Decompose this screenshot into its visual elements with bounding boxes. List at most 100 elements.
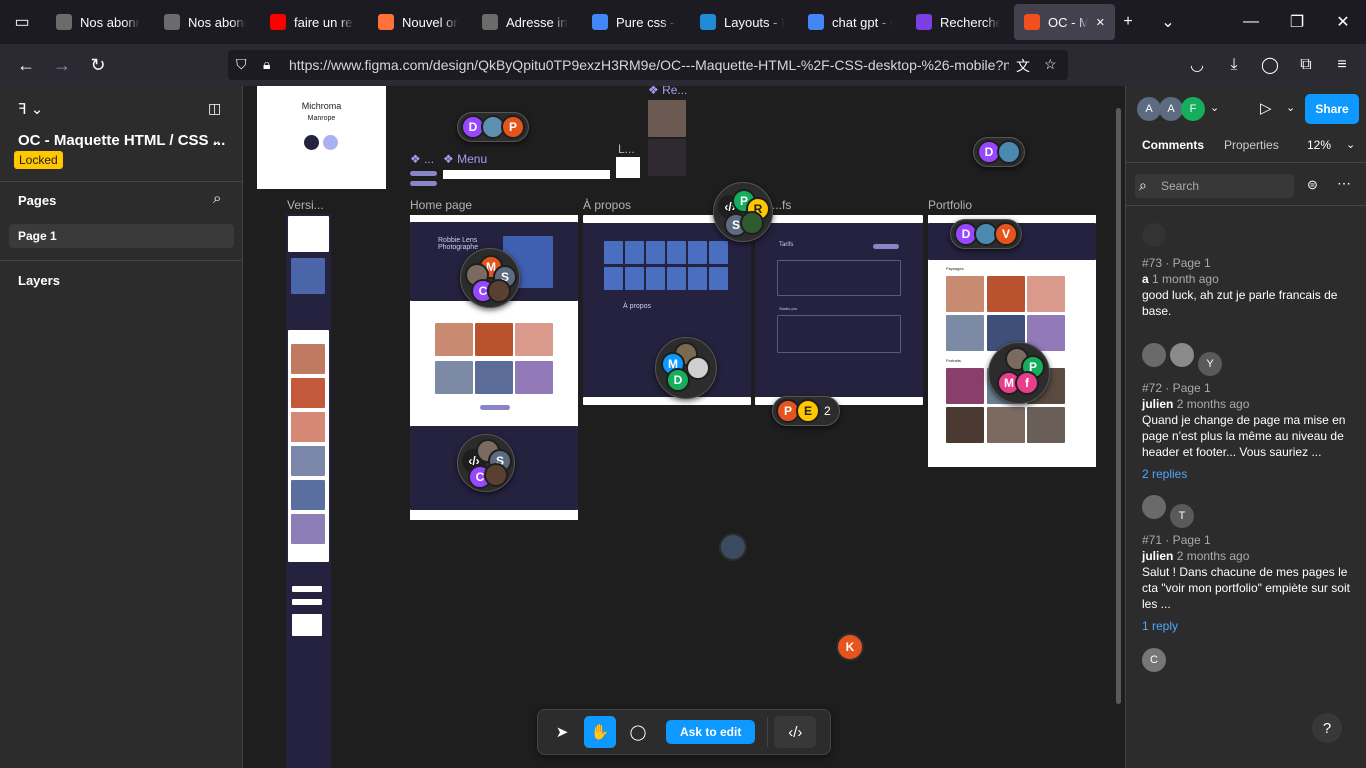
chevron-down-icon[interactable]: ⌄: [1210, 101, 1219, 114]
toggle-sidebar-icon[interactable]: ◫: [208, 100, 221, 117]
browser-tab[interactable]: Nouvel onglet: [368, 4, 468, 40]
mobile-photo: [291, 412, 325, 442]
filter-icon[interactable]: ⊜: [1307, 177, 1318, 193]
browser-tab[interactable]: Pure css - Google: [582, 4, 686, 40]
browser-tab[interactable]: Nos abonnements: [154, 4, 256, 40]
comment-thread[interactable]: Y #72 · Page 1 julien 2 months ago Quand…: [1142, 343, 1352, 482]
file-title[interactable]: OC - Maquette HTML / CSS ...: [18, 132, 225, 149]
chevron-down-icon[interactable]: ⌄: [1346, 138, 1355, 151]
browser-tab[interactable]: Recherche Dashlane: [906, 4, 1010, 40]
shield-icon[interactable]: ⛉: [236, 56, 247, 73]
about-portrait: [688, 241, 707, 264]
account-icon[interactable]: ◯: [1254, 50, 1286, 80]
browser-tab[interactable]: chat gpt - Google: [798, 4, 902, 40]
collaborator-cluster[interactable]: ‹/› S C: [457, 434, 515, 492]
browser-tab[interactable]: Nos abonnements: [46, 4, 150, 40]
reload-icon[interactable]: ↻: [80, 49, 116, 81]
figma-menu-icon[interactable]: ꟻ ⌄: [18, 100, 43, 118]
back-arrow-icon[interactable]: ←: [8, 49, 44, 81]
layers-header[interactable]: Layers: [18, 273, 60, 288]
collaborator-cursor-avatar[interactable]: K: [836, 633, 864, 661]
mobile-frame[interactable]: [286, 214, 331, 768]
home-photo: [475, 361, 513, 394]
minimize-icon[interactable]: —: [1229, 0, 1273, 44]
tab-properties[interactable]: Properties: [1224, 138, 1279, 152]
lock-icon[interactable]: 🔒︎: [263, 56, 270, 73]
share-button[interactable]: Share: [1305, 94, 1359, 124]
url-bar[interactable]: ⛉ 🔒︎ https://www.figma.com/design/QkByQp…: [228, 50, 1068, 80]
collaborator-cluster[interactable]: ‹/› P R S: [713, 182, 773, 242]
portfolio-page-frame[interactable]: Paysages Portraits: [928, 215, 1096, 467]
bookmark-star-icon[interactable]: ☆: [1044, 56, 1057, 73]
menu-hamburger-icon[interactable]: ≡: [1326, 50, 1358, 80]
forward-arrow-icon[interactable]: →: [44, 49, 80, 81]
button-component[interactable]: [410, 181, 437, 186]
translate-icon[interactable]: 文: [1016, 56, 1030, 76]
comment-thread[interactable]: #73 · Page 1 a 1 month ago good luck, ah…: [1142, 223, 1352, 319]
font-sample-michroma: Michroma: [301, 101, 342, 111]
browser-tab[interactable]: Adresse introuvable: [472, 4, 578, 40]
image-thumbnail[interactable]: [648, 100, 686, 137]
collaborator-cluster[interactable]: P M f: [988, 342, 1050, 404]
browser-tab[interactable]: faire un responsive: [260, 4, 364, 40]
avatar: D: [666, 368, 690, 392]
avatar: T: [1170, 504, 1194, 528]
tab-comments[interactable]: Comments: [1142, 138, 1204, 152]
new-tab-plus-icon[interactable]: +: [1106, 0, 1150, 44]
help-button[interactable]: ?: [1312, 713, 1342, 743]
chevron-down-icon[interactable]: ⌄: [1286, 101, 1295, 114]
comment-thread[interactable]: C: [1142, 648, 1352, 672]
menu-frame[interactable]: [443, 170, 610, 179]
browser-tab[interactable]: OC - Maquette HTML ✕: [1014, 4, 1115, 40]
tarifs-table: [777, 260, 901, 296]
browser-tab-label: Nouvel onglet: [402, 14, 458, 30]
present-play-icon[interactable]: ▷: [1260, 99, 1272, 117]
avatar[interactable]: A: [1159, 97, 1183, 121]
collaborator-pill[interactable]: P E 2: [772, 396, 840, 426]
tab-overview-icon[interactable]: ▭: [0, 0, 44, 44]
extensions-icon[interactable]: ⧉: [1290, 50, 1322, 80]
collaborator-pill[interactable]: D V: [950, 219, 1022, 249]
url-text[interactable]: https://www.figma.com/design/QkByQpitu0T…: [289, 57, 1009, 73]
downloads-icon[interactable]: ⤓: [1218, 50, 1250, 80]
list-tabs-chevron-icon[interactable]: ⌄: [1146, 0, 1190, 44]
logo-frame[interactable]: [616, 157, 640, 178]
avatar[interactable]: A: [1137, 97, 1161, 121]
zoom-level[interactable]: 12%: [1307, 138, 1331, 152]
collaborator-pill[interactable]: D P: [457, 112, 529, 142]
close-tab-icon[interactable]: ✕: [1096, 16, 1105, 29]
more-options-icon[interactable]: ⋯: [1337, 175, 1351, 192]
design-canvas[interactable]: Michroma Manrope ❖ ... ❖ Menu L... ❖ Re.…: [244, 86, 1124, 768]
restore-icon[interactable]: ❐: [1275, 0, 1319, 44]
chevron-down-icon[interactable]: ⌄: [212, 134, 221, 147]
browser-tab-bar: ▭ Nos abonnements Nos abonnements faire un…: [0, 0, 1366, 44]
comment-thread[interactable]: T #71 · Page 1 julien 2 months ago Salut…: [1142, 495, 1352, 634]
replies-link[interactable]: 1 reply: [1142, 618, 1352, 634]
collaborator-cluster[interactable]: M D: [655, 337, 717, 399]
hand-tool-icon[interactable]: ✋: [584, 716, 616, 748]
image-thumbnail[interactable]: [648, 139, 686, 176]
button-component[interactable]: [410, 171, 437, 176]
search-input[interactable]: Search: [1135, 174, 1294, 198]
portfolio-photo: [987, 276, 1025, 312]
comment-author: julien: [1142, 397, 1174, 411]
pocket-icon[interactable]: ◡: [1181, 50, 1213, 80]
browser-tab[interactable]: Layouts - Pure: [690, 4, 794, 40]
page-item-page-1[interactable]: Page 1: [9, 224, 234, 248]
search-icon[interactable]: ⌕: [213, 190, 221, 207]
collaborator-pill[interactable]: D: [973, 137, 1025, 167]
comment-bubble-icon[interactable]: ◯: [622, 716, 654, 748]
style-guide-frame[interactable]: Michroma Manrope: [257, 86, 386, 189]
collaborator-cluster[interactable]: M S C: [460, 248, 520, 308]
tarifs-page-frame[interactable]: Tarifs Studio pro: [755, 215, 923, 405]
dev-mode-code-icon[interactable]: ‹/›: [774, 716, 817, 748]
about-footer: [583, 397, 751, 405]
close-window-icon[interactable]: ✕: [1321, 0, 1365, 44]
canvas-scrollbar[interactable]: [1116, 108, 1121, 704]
ask-to-edit-button[interactable]: Ask to edit: [666, 720, 756, 744]
collaborator-cursor-avatar[interactable]: [719, 533, 747, 561]
avatar[interactable]: F: [1181, 97, 1205, 121]
home-cta-button: [480, 405, 510, 410]
move-pointer-icon[interactable]: ➤: [546, 716, 578, 748]
replies-link[interactable]: 2 replies: [1142, 466, 1352, 482]
